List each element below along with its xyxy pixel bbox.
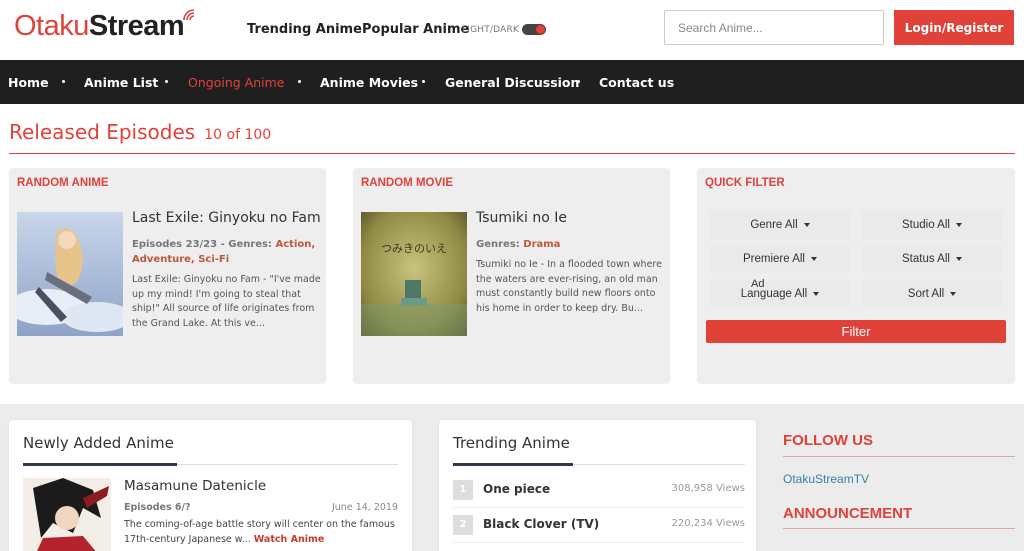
chevron-down-icon — [955, 222, 962, 227]
nav-ongoing-anime[interactable]: Ongoing Anime — [188, 75, 284, 90]
logo-text-stream: Stream — [88, 10, 185, 42]
trending-views: 220,234 Views — [671, 518, 745, 529]
nav-separator — [577, 80, 580, 83]
site-logo[interactable]: OtakuStream — [14, 9, 195, 43]
newly-added-box: Newly Added Anime Masamune Datenicle Epi… — [9, 420, 412, 551]
random-movie-heading: RANDOM MOVIE — [361, 177, 453, 189]
anime-title[interactable]: Last Exile: Ginyoku no Fam — [132, 210, 321, 226]
anime-thumbnail[interactable] — [23, 478, 111, 551]
divider — [783, 528, 1015, 529]
released-episodes-heading: Released Episodes 10 of 100 — [9, 120, 271, 144]
trending-rank: 2 — [453, 515, 473, 535]
movie-genres[interactable]: Drama — [523, 239, 560, 250]
random-movie-panel: RANDOM MOVIE つみきのいえ Tsumiki no Ie Genres… — [353, 168, 670, 384]
trending-box: Trending Anime 1 One piece 308,958 Views… — [439, 420, 756, 551]
anime-title[interactable]: Masamune Datenicle — [124, 478, 266, 494]
anime-thumbnail[interactable] — [17, 212, 123, 336]
anime-description: Last Exile: Ginyoku no Fam - "I've made … — [132, 274, 321, 329]
anime-genres-cont[interactable]: Adventure, Sci-Fi — [132, 254, 229, 265]
nav-home[interactable]: Home — [8, 75, 49, 90]
trending-title[interactable]: Black Clover (TV) — [483, 517, 599, 531]
status-filter-label: Status All — [902, 253, 950, 265]
divider — [783, 456, 1015, 457]
chevron-down-icon — [811, 256, 817, 261]
anime-meta: Episodes 23/23 - Genres: Action, Adventu… — [132, 239, 316, 265]
movie-meta: Genres: Drama — [476, 237, 666, 252]
announcement-heading: ANNOUNCEMENT — [783, 505, 913, 522]
genres-label: Genres: — [228, 239, 273, 250]
nav-general-discussion[interactable]: General Discussion — [445, 75, 579, 90]
random-anime-panel: RANDOM ANIME Last Exile: Ginyoku no Fam … — [9, 168, 326, 384]
trending-views: 308,958 Views — [671, 483, 745, 494]
trending-heading: Trending Anime — [453, 434, 570, 452]
newly-added-heading: Newly Added Anime — [23, 434, 174, 452]
nav-separator — [165, 80, 168, 83]
sort-filter-dropdown[interactable]: Sort All — [862, 280, 1002, 308]
nav-anime-list[interactable]: Anime List — [84, 75, 158, 90]
logo-text-otaku: Otaku — [14, 10, 89, 42]
trending-item[interactable]: 1 One piece 308,958 Views — [453, 480, 745, 513]
chevron-down-icon — [950, 291, 957, 296]
sort-filter-label: Sort All — [907, 288, 945, 300]
login-register-button[interactable]: Login/Register — [894, 10, 1014, 45]
nav-separator — [298, 80, 301, 83]
movie-title[interactable]: Tsumiki no Ie — [476, 210, 567, 226]
trending-item[interactable]: 2 Black Clover (TV) 220,234 Views — [453, 515, 745, 548]
anime-episodes: Episodes 23/23 — [132, 239, 218, 250]
poster-title-text: つみきのいえ — [381, 242, 447, 255]
popular-anime-link[interactable]: Popular Anime — [362, 22, 469, 37]
site-header: OtakuStream Trending Anime Popular Anime… — [0, 0, 1024, 60]
anime-genres[interactable]: Action, — [276, 239, 316, 250]
quick-filter-panel: QUICK FILTER — [697, 168, 1015, 384]
ad-label: Ad — [751, 278, 765, 290]
filter-button[interactable]: Filter — [706, 320, 1006, 343]
genre-filter-dropdown[interactable]: Genre All — [710, 211, 850, 239]
nav-separator — [62, 80, 65, 83]
premiere-filter-label: Premiere All — [743, 253, 805, 265]
trending-rank: 1 — [453, 480, 473, 500]
status-filter-dropdown[interactable]: Status All — [862, 245, 1002, 273]
follow-us-heading: FOLLOW US — [783, 432, 873, 449]
search-input[interactable] — [664, 10, 884, 45]
trending-title[interactable]: One piece — [483, 482, 550, 496]
chevron-down-icon — [813, 291, 820, 296]
anime-episodes: Episodes 6/? — [124, 502, 191, 513]
heading-underline — [23, 463, 177, 466]
divider — [9, 153, 1015, 154]
divider — [453, 507, 745, 508]
quick-filter-heading: QUICK FILTER — [705, 177, 785, 189]
trending-anime-link[interactable]: Trending Anime — [247, 22, 362, 37]
social-link[interactable]: OtakuStreamTV — [783, 472, 869, 486]
signal-icon — [183, 9, 195, 21]
anime-description: The coming-of-age battle story will cent… — [124, 517, 404, 547]
nav-separator — [422, 80, 425, 83]
premiere-filter-dropdown[interactable]: Premiere All — [710, 245, 850, 273]
divider — [453, 542, 745, 543]
chevron-down-icon — [955, 256, 962, 261]
movie-genres-label: Genres: — [476, 239, 520, 250]
studio-filter-label: Studio All — [902, 219, 950, 231]
movie-description: Tsumiki no Ie - In a flooded town where … — [476, 259, 662, 314]
chevron-down-icon — [803, 222, 810, 227]
toggle-knob — [536, 25, 545, 34]
theme-toggle-label: LIGHT/DARK — [462, 25, 520, 35]
nav-contact-us[interactable]: Contact us — [599, 75, 674, 90]
nav-anime-movies[interactable]: Anime Movies — [320, 75, 418, 90]
random-anime-heading: RANDOM ANIME — [17, 177, 109, 189]
released-count: 10 of 100 — [204, 127, 272, 143]
heading-underline — [453, 463, 573, 466]
watch-anime-link[interactable]: Watch Anime — [254, 534, 325, 545]
language-filter-dropdown[interactable]: Language All — [710, 280, 850, 308]
anime-date: June 14, 2019 — [331, 502, 398, 513]
theme-toggle[interactable] — [522, 24, 546, 35]
movie-poster[interactable]: つみきのいえ — [361, 212, 467, 336]
studio-filter-dropdown[interactable]: Studio All — [862, 211, 1002, 239]
main-navbar: Home Anime List Ongoing Anime Anime Movi… — [0, 60, 1024, 104]
genre-filter-label: Genre All — [750, 219, 798, 231]
released-title: Released Episodes — [9, 120, 196, 144]
